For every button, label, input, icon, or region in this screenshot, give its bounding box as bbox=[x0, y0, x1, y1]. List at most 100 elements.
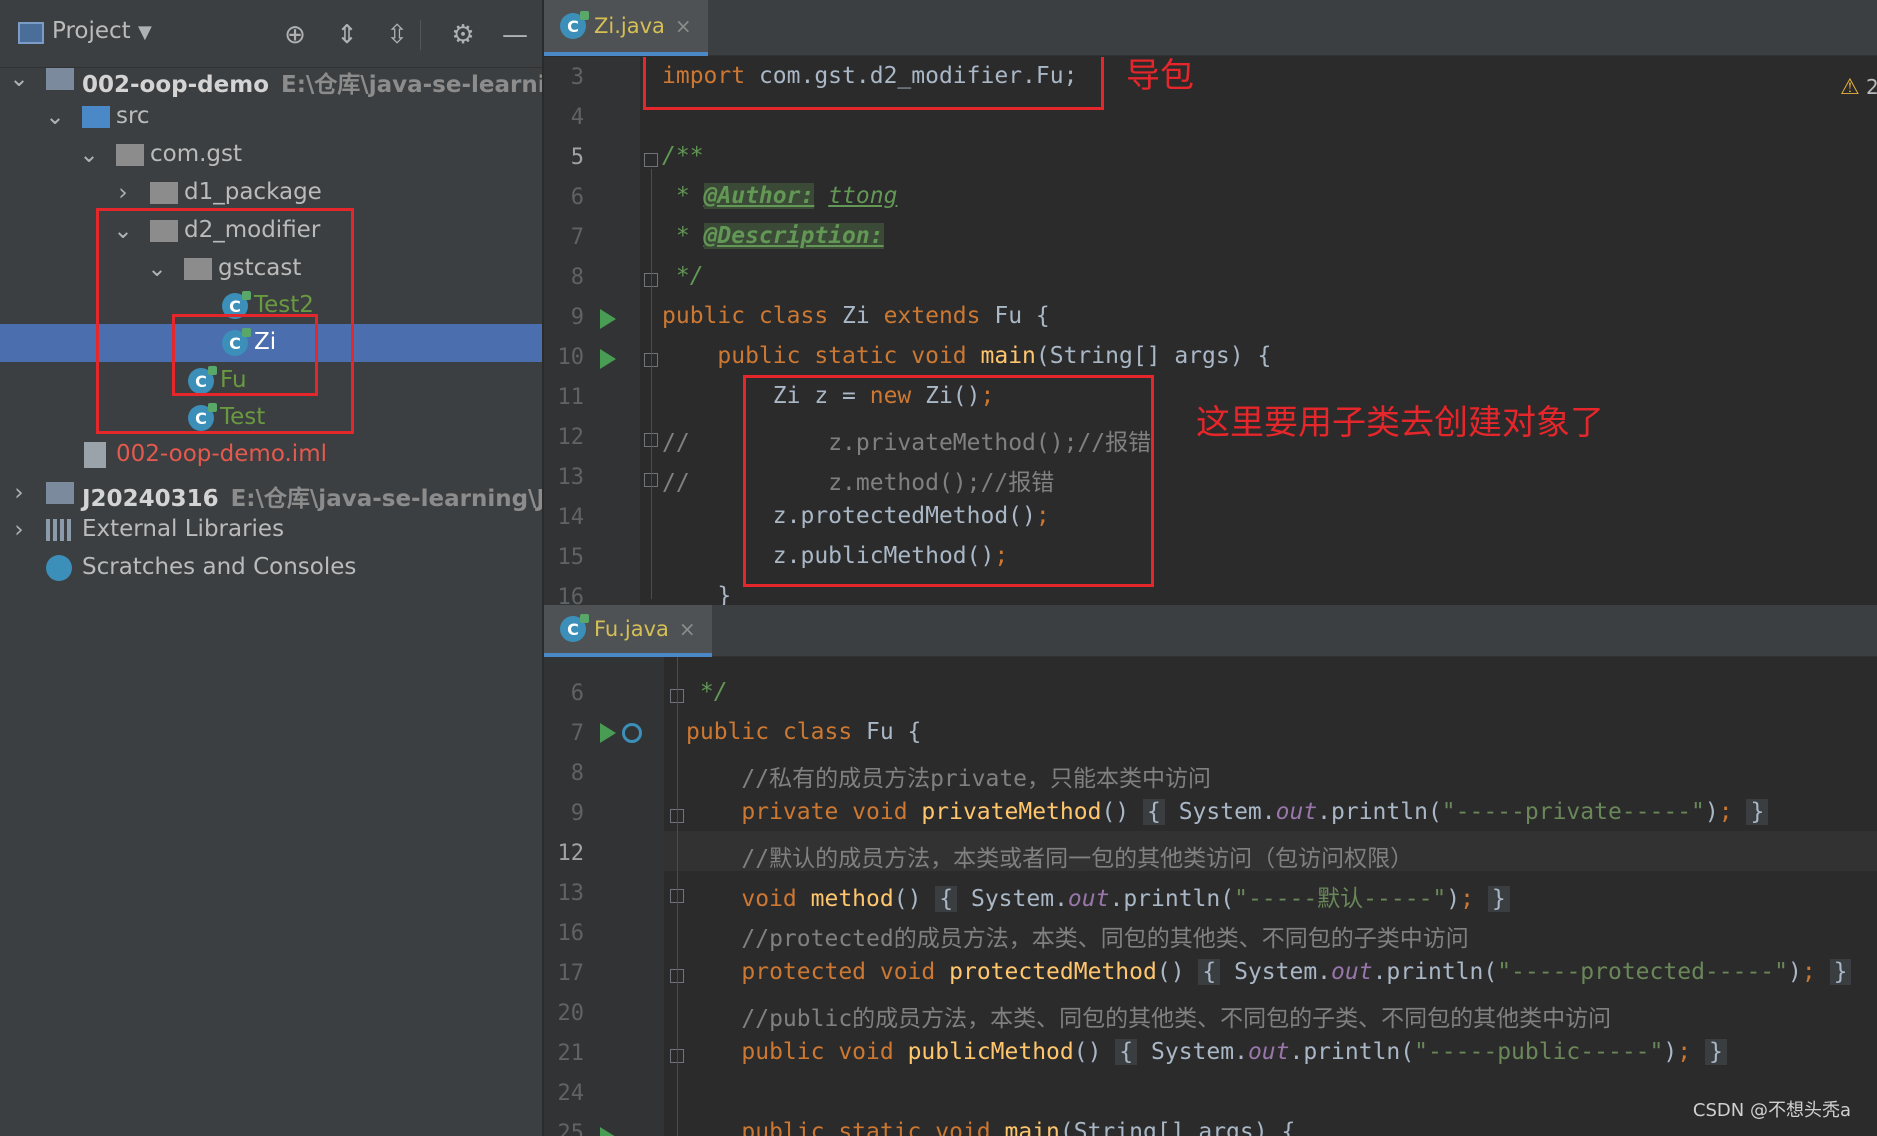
package-icon bbox=[150, 182, 178, 204]
line-number: 21 bbox=[557, 1041, 585, 1066]
line-number: 14 bbox=[557, 505, 585, 530]
code-line-10: public static void main(String[] args) { bbox=[717, 343, 1272, 369]
line-number: 7 bbox=[570, 721, 584, 746]
chevron-down-icon[interactable]: ▼ bbox=[138, 22, 152, 43]
chevron-down-icon[interactable]: ⌄ bbox=[8, 66, 30, 92]
module-name: J20240316 bbox=[82, 486, 219, 512]
code-line-9: private void privateMethod() { System.ou… bbox=[686, 799, 1769, 825]
line-number: 3 bbox=[570, 65, 584, 90]
locate-icon[interactable]: ⊕ bbox=[278, 18, 312, 52]
tree-item-src[interactable]: ⌄ src bbox=[0, 98, 542, 136]
fold-guide bbox=[651, 169, 652, 599]
code-line-17: protected void protectedMethod() { Syste… bbox=[686, 959, 1852, 985]
close-icon[interactable]: × bbox=[675, 14, 692, 38]
editor-zi[interactable]: 3 4 5 6 7 8 9 10 11 12 13 14 15 16 impor… bbox=[544, 57, 1877, 605]
annotation-box-import bbox=[643, 57, 1104, 110]
line-number: 25 bbox=[557, 1121, 585, 1136]
line-number: 12 bbox=[557, 841, 585, 866]
annotation-import-note: 导包 bbox=[1126, 56, 1194, 96]
line-number: 16 bbox=[557, 921, 585, 946]
library-icon bbox=[46, 519, 72, 541]
tree-item-j20240316[interactable]: › J20240316 E:\仓库\java-se-learning\J20240… bbox=[0, 474, 542, 512]
package-icon bbox=[116, 144, 144, 166]
editor-tabbar-top: C Zi.java × bbox=[544, 0, 1877, 56]
run-icon[interactable] bbox=[600, 309, 616, 329]
chevron-right-icon[interactable]: › bbox=[112, 180, 134, 206]
scratches-icon bbox=[46, 555, 72, 581]
line-number: 4 bbox=[570, 105, 584, 130]
iml-file-icon bbox=[84, 442, 106, 468]
line-number: 12 bbox=[557, 425, 585, 450]
line-number: 15 bbox=[557, 545, 585, 570]
collapse-all-icon[interactable]: ⇳ bbox=[380, 18, 414, 52]
run-icon[interactable] bbox=[600, 349, 616, 369]
run-icon[interactable] bbox=[600, 723, 616, 743]
line-number: 13 bbox=[557, 881, 585, 906]
chevron-down-icon[interactable]: ⌄ bbox=[78, 142, 100, 168]
project-panel: Project ▼ ⊕ ⇕ ⇳ ⚙ — ⌄ 002-oop-demo E:\仓库\… bbox=[0, 0, 542, 1136]
gear-icon[interactable]: ⚙ bbox=[446, 18, 480, 52]
line-number: 9 bbox=[570, 305, 584, 330]
line-number: 8 bbox=[570, 761, 584, 786]
tree-item-scratches[interactable]: Scratches and Consoles bbox=[0, 549, 542, 587]
minimize-icon[interactable]: — bbox=[498, 18, 532, 52]
module-folder-icon bbox=[46, 68, 74, 90]
tree-item-label: 002-oop-demo E:\仓库\java-se-learning\002 bbox=[82, 65, 542, 99]
tab-zi-java[interactable]: C Zi.java × bbox=[544, 0, 708, 56]
line-number: 7 bbox=[570, 225, 584, 250]
run-icon[interactable] bbox=[600, 1127, 616, 1136]
fold-icon[interactable] bbox=[644, 153, 658, 167]
line-number: 20 bbox=[557, 1001, 585, 1026]
editor-tabbar-bottom: C Fu.java × bbox=[544, 605, 1877, 657]
line-number: 17 bbox=[557, 961, 585, 986]
line-number: 9 bbox=[570, 801, 584, 826]
project-panel-header: Project ▼ ⊕ ⇕ ⇳ ⚙ — bbox=[0, 0, 542, 68]
tree-item-external-libraries[interactable]: › External Libraries bbox=[0, 511, 542, 549]
code-line-7: * @Description: bbox=[662, 223, 884, 249]
close-icon[interactable]: × bbox=[679, 617, 696, 641]
line-number: 13 bbox=[557, 465, 585, 490]
chevron-down-icon[interactable]: ⌄ bbox=[44, 104, 66, 130]
tree-item-002-oop-demo[interactable]: ⌄ 002-oop-demo E:\仓库\java-se-learning\002 bbox=[0, 60, 542, 98]
tree-item-label: com.gst bbox=[150, 141, 243, 167]
annotation-box-classes bbox=[172, 314, 318, 396]
override-icon[interactable] bbox=[622, 723, 642, 743]
line-number: 10 bbox=[557, 345, 585, 370]
tree-item-d1-package[interactable]: › d1_package bbox=[0, 174, 542, 212]
editor-fu[interactable]: 6 7 8 9 12 13 16 17 20 21 24 25 */ publi… bbox=[544, 657, 1877, 1136]
module-path: E:\仓库\java-se-learning\J202403 bbox=[230, 486, 542, 512]
tab-label: Fu.java bbox=[594, 617, 669, 641]
tree-item-label: d1_package bbox=[184, 179, 322, 205]
project-view-icon bbox=[18, 22, 44, 44]
watermark: CSDN @不想头秃a bbox=[1692, 1100, 1851, 1121]
annotation-box-subclass-code bbox=[743, 375, 1154, 587]
tab-fu-java[interactable]: C Fu.java × bbox=[544, 605, 712, 657]
code-line-5: /** bbox=[662, 143, 704, 169]
chevron-right-icon[interactable]: › bbox=[8, 480, 30, 506]
fold-guide bbox=[677, 657, 678, 1136]
code-line-16: //protected的成员方法，本类、同包的其他类、不同包的子类中访问 bbox=[741, 926, 1469, 952]
expand-all-icon[interactable]: ⇕ bbox=[330, 18, 364, 52]
source-folder-icon bbox=[82, 106, 110, 128]
warning-triangle-icon[interactable]: ⚠ bbox=[1840, 75, 1860, 100]
project-title[interactable]: Project bbox=[52, 18, 131, 44]
line-number: 8 bbox=[570, 265, 584, 290]
chevron-right-icon[interactable]: › bbox=[8, 517, 30, 543]
warning-count: 2 bbox=[1866, 75, 1877, 99]
code-line-21: public void publicMethod() { System.out.… bbox=[686, 1039, 1727, 1065]
line-number: 5 bbox=[570, 145, 584, 170]
tree-item-label: 002-oop-demo.iml bbox=[116, 441, 327, 467]
tree-item-label: src bbox=[116, 103, 150, 129]
line-number: 24 bbox=[557, 1081, 585, 1106]
java-class-icon: C bbox=[560, 614, 589, 642]
java-class-icon: C bbox=[560, 11, 589, 39]
tree-item-com-gst[interactable]: ⌄ com.gst bbox=[0, 136, 542, 174]
code-line-8: //私有的成员方法private，只能本类中访问 bbox=[741, 766, 1212, 792]
tree-item-label: Scratches and Consoles bbox=[82, 554, 357, 580]
tree-item-iml[interactable]: 002-oop-demo.iml bbox=[0, 436, 542, 474]
code-line-9: public class Zi extends Fu { bbox=[662, 303, 1050, 329]
code-line-6: * @Author: ttong bbox=[662, 183, 898, 209]
module-name: 002-oop-demo bbox=[82, 72, 269, 98]
code-line-20: //public的成员方法，本类、同包的其他类、不同包的子类、不同包的其他类中访… bbox=[741, 1006, 1612, 1032]
code-line-16: } bbox=[662, 583, 732, 605]
